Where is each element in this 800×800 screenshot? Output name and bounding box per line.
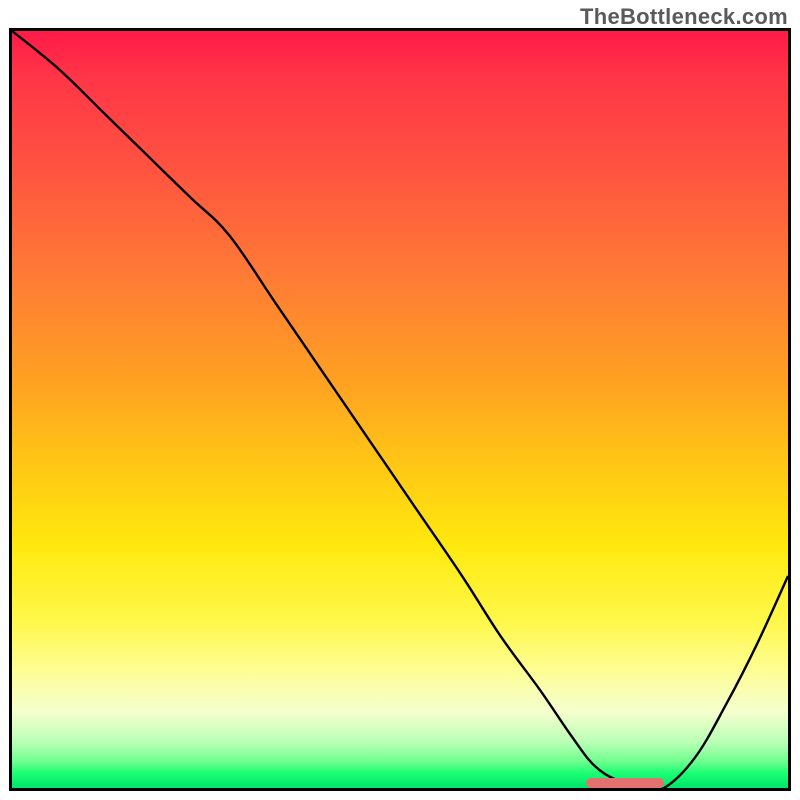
bottleneck-curve-path	[12, 31, 788, 788]
bottleneck-curve	[12, 31, 788, 788]
plot-frame	[9, 28, 791, 791]
sweet-spot-marker	[586, 778, 664, 788]
watermark-text: TheBottleneck.com	[580, 4, 788, 30]
chart-stage: TheBottleneck.com	[0, 0, 800, 800]
